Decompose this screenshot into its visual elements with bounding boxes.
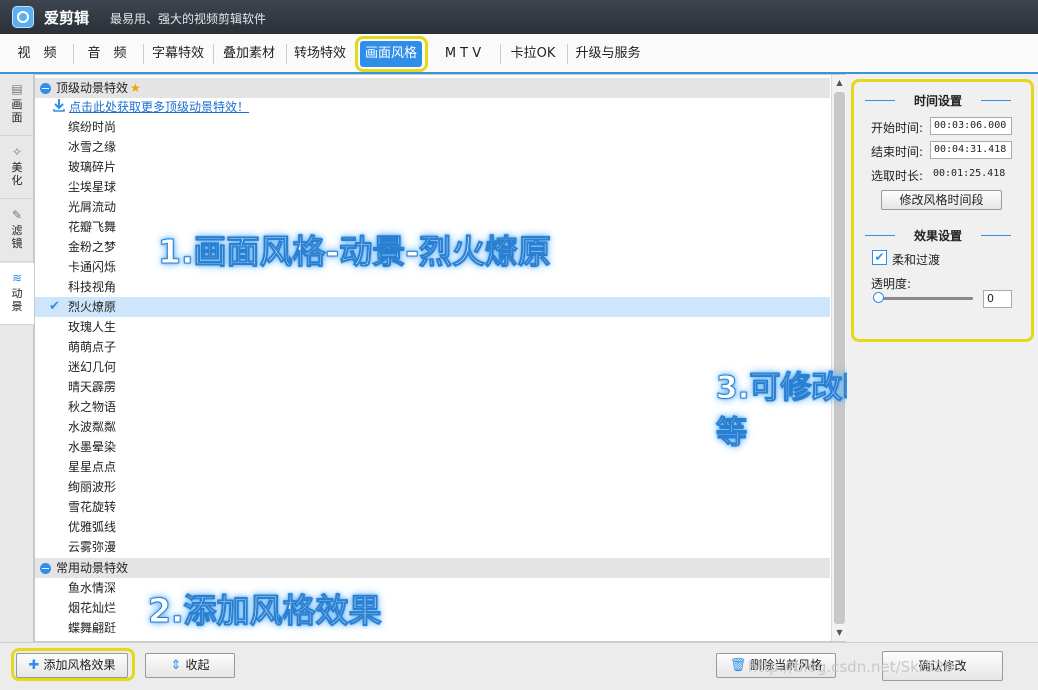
scroll-thumb[interactable] <box>834 92 845 624</box>
wave-icon: ≋ <box>11 271 23 285</box>
annotation-step2: 2.添加风格效果 <box>148 591 382 631</box>
list-item[interactable]: 水墨晕染 <box>35 437 830 457</box>
side-tab-bar: ▤ 画面 ✧ 美化 ✎ 滤镜 ≋ 动景 <box>0 74 35 642</box>
scroll-up-icon[interactable]: ▲ <box>832 75 847 91</box>
main-tab-bar: 视 频 音 频 字幕特效 叠加素材 转场特效 画面风格 M T V 卡拉OK 升… <box>0 34 1038 74</box>
list-item[interactable]: 玻璃碎片 <box>35 157 830 177</box>
list-item[interactable]: 科技视角 <box>35 277 830 297</box>
tab-upgrade-service[interactable]: 升级与服务 <box>572 41 644 67</box>
tab-overlay-material[interactable]: 叠加素材 <box>218 41 280 67</box>
list-item[interactable]: 云雾弥漫 <box>35 537 830 557</box>
trash-icon: 🗑 <box>729 658 747 673</box>
scroll-down-icon[interactable]: ▼ <box>832 625 847 641</box>
side-tab-motion[interactable]: ≋ 动景 <box>0 263 35 325</box>
app-subtitle: 最易用、强大的视频剪辑软件 <box>110 12 267 26</box>
scrollbar[interactable]: ▲ ▼ <box>831 75 846 641</box>
more-effects-link[interactable]: 点击此处获取更多顶级动景特效！ <box>69 98 249 115</box>
side-tab-filter[interactable]: ✎ 滤镜 <box>0 200 34 262</box>
list-item[interactable]: 迷幻几何 <box>35 357 830 377</box>
star-icon: ★ <box>130 81 141 95</box>
film-icon: ▤ <box>11 82 23 96</box>
collapse-icon[interactable] <box>40 83 51 94</box>
list-item[interactable]: 冰雪之缘 <box>35 137 830 157</box>
highlight-box-add <box>11 648 135 681</box>
tab-audio[interactable]: 音 频 <box>78 41 136 67</box>
collapse-icon[interactable] <box>40 563 51 574</box>
list-item[interactable]: 绚丽波形 <box>35 477 830 497</box>
collapse-arrows-icon: ⇕ <box>170 658 182 673</box>
app-name: 爱剪辑 <box>44 9 90 27</box>
group-header-common[interactable]: 常用动景特效 <box>35 558 830 578</box>
title-bar: 爱剪辑 最易用、强大的视频剪辑软件 <box>0 0 1038 34</box>
download-icon <box>53 99 65 112</box>
list-item[interactable]: 玫瑰人生 <box>35 317 830 337</box>
list-item[interactable]: 优雅弧线 <box>35 517 830 537</box>
group-header-top[interactable]: 顶级动景特效 ★ <box>35 78 830 98</box>
list-item[interactable]: 秋之物语 <box>35 397 830 417</box>
highlight-box-settings <box>851 79 1034 342</box>
list-item[interactable]: 晴天霹雳 <box>35 377 830 397</box>
watermark: http://blog.csdn.net/Skr520 <box>748 658 954 676</box>
brush-icon: ✎ <box>11 208 23 222</box>
check-icon: ✔ <box>49 299 60 314</box>
list-item[interactable]: 光屑流动 <box>35 197 830 217</box>
side-tab-picture[interactable]: ▤ 画面 <box>0 74 34 136</box>
app-logo-icon <box>12 6 34 28</box>
list-item[interactable]: 雪花旋转 <box>35 497 830 517</box>
collapse-button[interactable]: ⇕ 收起 <box>145 653 235 678</box>
tab-karaoke[interactable]: 卡拉OK <box>505 41 561 67</box>
list-item[interactable]: 尘埃星球 <box>35 177 830 197</box>
list-item[interactable]: ✔ 烈火燎原 <box>35 297 830 317</box>
effect-list: 顶级动景特效 ★ 点击此处获取更多顶级动景特效！ 缤纷时尚 冰雪之缘 玻璃碎片 尘埃星球… <box>34 74 846 642</box>
tab-video[interactable]: 视 频 <box>8 41 66 67</box>
magic-wand-icon: ✧ <box>11 145 23 159</box>
tab-subtitle-effects[interactable]: 字幕特效 <box>148 41 208 67</box>
tab-transition-effects[interactable]: 转场特效 <box>290 41 350 67</box>
list-item[interactable]: 星星点点 <box>35 457 830 477</box>
list-item[interactable]: 水波粼粼 <box>35 417 830 437</box>
side-tab-beautify[interactable]: ✧ 美化 <box>0 137 34 199</box>
list-item[interactable]: 萌萌点子 <box>35 337 830 357</box>
annotation-step1: 1.画面风格-动景-烈火燎原 <box>158 232 552 272</box>
tab-mtv[interactable]: M T V <box>430 41 496 67</box>
list-item[interactable]: 缤纷时尚 <box>35 117 830 137</box>
highlight-box-tab <box>355 36 428 72</box>
